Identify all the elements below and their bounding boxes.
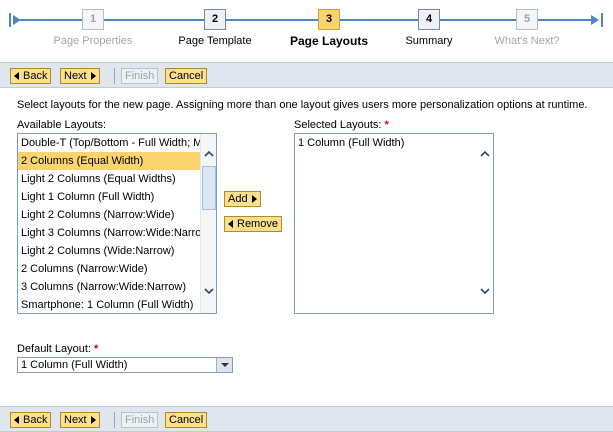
arrow-right-icon: [90, 416, 96, 424]
list-item[interactable]: Double-T (Top/Bottom - Full Width; Middl…: [18, 134, 201, 152]
scroll-down-icon[interactable]: [204, 286, 214, 296]
selected-layouts-list[interactable]: 1 Column (Full Width): [294, 133, 494, 314]
step-number: 3: [318, 9, 340, 30]
step-number: 4: [418, 9, 440, 30]
selected-layouts-label: Selected Layouts: *: [294, 119, 389, 131]
step-number: 2: [204, 9, 226, 30]
available-layouts-list[interactable]: Double-T (Top/Bottom - Full Width; Middl…: [17, 133, 217, 314]
arrow-right-icon: [90, 72, 96, 80]
next-button[interactable]: Next: [60, 68, 100, 84]
scroll-thumb[interactable]: [202, 166, 216, 210]
roadmap-start-icon: [9, 13, 21, 27]
toolbar-separator: [114, 68, 115, 84]
next-button[interactable]: Next: [60, 412, 100, 428]
cancel-button[interactable]: Cancel: [165, 68, 208, 84]
step-label: Page Template: [178, 35, 252, 47]
list-item[interactable]: 3 Columns (Narrow:Wide:Narrow): [18, 278, 201, 296]
roadmap: 1 Page Properties 2 Page Template 3 Page…: [0, 0, 613, 58]
roadmap-step-page-template[interactable]: 2 Page Template: [155, 0, 275, 58]
available-items: Double-T (Top/Bottom - Full Width; Middl…: [18, 134, 216, 313]
list-item[interactable]: 2 Columns (Narrow:Wide): [18, 260, 201, 278]
finish-button: Finish: [121, 412, 159, 428]
step-label: Page Properties: [53, 35, 133, 47]
required-marker: *: [94, 343, 99, 355]
list-item[interactable]: Light 2 Columns (Equal Widths): [18, 170, 201, 188]
list-item[interactable]: 2 Columns (Equal Width): [18, 152, 201, 170]
available-scrollbar[interactable]: [200, 134, 216, 313]
roadmap-end-icon: [591, 13, 603, 27]
instruction-text: Select layouts for the new page. Assigni…: [17, 99, 588, 111]
step-number: 1: [82, 9, 104, 30]
default-layout-value: 1 Column (Full Width): [21, 359, 128, 371]
list-item[interactable]: Light 2 Columns (Wide:Narrow): [18, 242, 201, 260]
default-layout-label: Default Layout: *: [17, 343, 99, 355]
bottom-toolbar: Back Next Finish Cancel: [0, 406, 613, 432]
roadmap-step-whats-next: 5 What's Next?: [467, 0, 587, 58]
roadmap-step-page-properties[interactable]: 1 Page Properties: [33, 0, 153, 58]
selected-items: 1 Column (Full Width): [295, 134, 493, 152]
scroll-up-icon[interactable]: [204, 149, 214, 159]
arrow-left-icon: [14, 72, 19, 80]
finish-button: Finish: [121, 68, 159, 84]
back-button[interactable]: Back: [10, 68, 52, 84]
required-marker: *: [384, 119, 389, 131]
add-button[interactable]: Add: [224, 191, 261, 207]
list-item[interactable]: Light 1 Column (Full Width): [18, 188, 201, 206]
list-item[interactable]: Smartphone: 1 Column (Full Width): [18, 296, 201, 313]
dropdown-button[interactable]: [216, 358, 232, 372]
cancel-button[interactable]: Cancel: [165, 412, 208, 428]
arrow-left-icon: [14, 416, 19, 424]
arrow-left-icon: [228, 220, 233, 228]
available-layouts-label: Available Layouts:: [17, 119, 107, 131]
arrow-right-icon: [251, 195, 257, 203]
step-label: What's Next?: [494, 35, 560, 47]
list-item[interactable]: Light 2 Columns (Narrow:Wide): [18, 206, 201, 224]
selected-scrollbar[interactable]: [477, 134, 493, 313]
remove-button[interactable]: Remove: [224, 216, 282, 232]
step-number: 5: [516, 9, 538, 30]
default-layout-select[interactable]: 1 Column (Full Width): [17, 357, 233, 373]
back-button[interactable]: Back: [10, 412, 52, 428]
list-item[interactable]: Light 3 Columns (Narrow:Wide:Narrow): [18, 224, 201, 242]
top-toolbar: Back Next Finish Cancel: [0, 62, 613, 88]
scroll-down-icon[interactable]: [480, 286, 490, 296]
scroll-up-icon[interactable]: [480, 149, 490, 159]
list-item[interactable]: 1 Column (Full Width): [295, 134, 493, 152]
toolbar-separator: [114, 412, 115, 428]
chevron-down-icon: [221, 363, 229, 367]
